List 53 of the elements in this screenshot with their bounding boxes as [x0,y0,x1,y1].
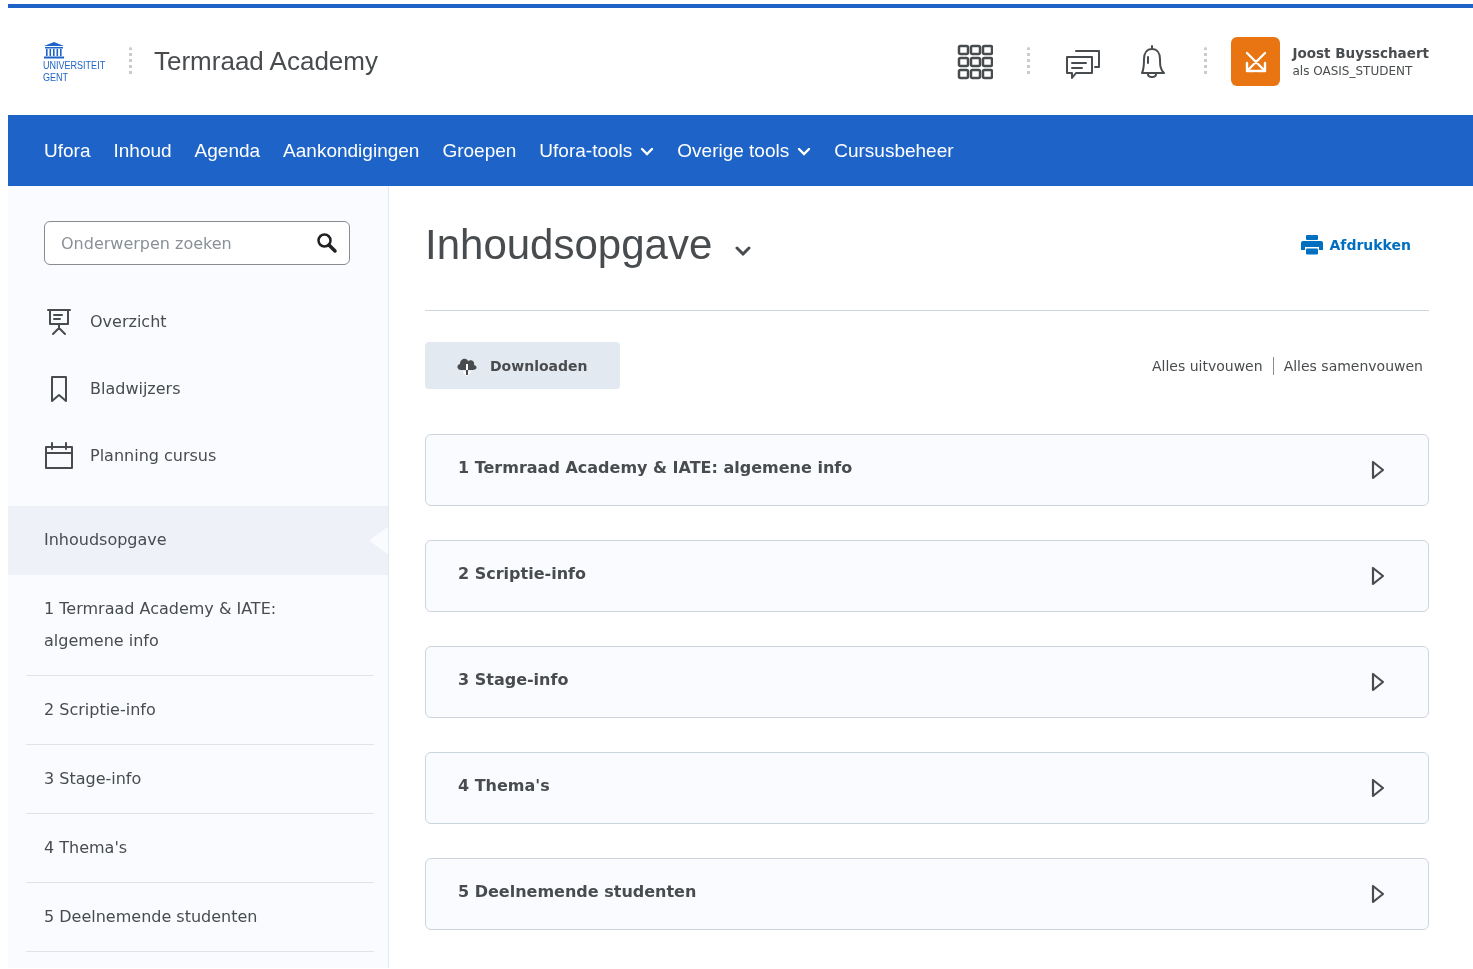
sidebar-item[interactable]: Inhoudsopgave [8,506,388,575]
triangle-right-icon[interactable] [1370,884,1386,904]
user-name[interactable]: Joost Buysschaert [1292,45,1429,61]
sidebar-item[interactable]: 3 Stage-info [26,745,374,814]
calendar-icon [44,440,74,471]
course-title[interactable]: Termraad Academy [154,46,378,77]
triangle-right-icon[interactable] [1370,672,1386,692]
module-title[interactable]: 5 Deelnemende studenten [458,881,1370,901]
logo-text: UNIVERSITEIT [43,58,106,71]
module-title[interactable]: 2 Scriptie-info [458,563,1370,583]
logo-text: GENT [43,70,69,83]
sidebar-item[interactable]: 1 Termraad Academy & IATE: algemene info [26,575,374,676]
nav-menu[interactable]: Ufora-tools [529,139,665,162]
chevron-down-icon[interactable] [734,245,753,257]
nav-menu[interactable]: Overige tools [667,139,822,162]
collapse-all-link[interactable]: Alles samenvouwen [1283,357,1423,374]
nav-link[interactable]: Groepen [432,139,527,162]
sidebar-item[interactable]: 4 Thema's [26,814,374,883]
search-field[interactable]: Onderwerpen zoeken [44,221,350,265]
printer-icon [1301,235,1324,255]
module-title[interactable]: 1 Termraad Academy & IATE: algemene info [458,457,1370,477]
triangle-right-icon[interactable] [1370,460,1386,480]
nav-link[interactable]: Aankondigingen [273,139,430,162]
sidebar-tool-link[interactable]: Overzicht [44,288,388,355]
user-role: als OASIS_STUDENT [1292,64,1414,78]
module-title[interactable]: 4 Thema's [458,775,1370,795]
print-link[interactable]: Afdrukken [1301,235,1411,255]
page-title: Inhoudsopgave [425,221,713,269]
module-card[interactable]: 5 Deelnemende studenten [425,858,1429,930]
waffle-menu-icon[interactable] [957,43,994,80]
chevron-down-icon [640,147,655,156]
nav-link[interactable]: Cursusbeheer [824,139,964,162]
sidebar-tool-link[interactable]: Bladwijzers [44,355,388,422]
search-icon[interactable] [316,232,338,254]
module-card[interactable]: 3 Stage-info [425,646,1429,718]
download-button[interactable]: Downloaden [425,342,620,389]
module-title[interactable]: 3 Stage-info [458,669,1370,689]
sidebar-tool-link[interactable]: Planning cursus [44,422,388,489]
nav-link[interactable]: Inhoud [103,139,182,162]
presentation-icon [44,306,74,337]
module-card[interactable]: 4 Thema's [425,752,1429,824]
sidebar-item[interactable]: 5 Deelnemende studenten [26,883,374,952]
chevron-down-icon [797,147,812,156]
module-card[interactable]: 1 Termraad Academy & IATE: algemene info [425,434,1429,506]
nav-link[interactable]: Ufora [34,139,101,162]
triangle-right-icon[interactable] [1370,778,1386,798]
sidebar-item[interactable]: 2 Scriptie-info [26,676,374,745]
user-avatar[interactable] [1231,37,1281,86]
building-icon [43,40,65,59]
triangle-right-icon[interactable] [1370,566,1386,586]
module-card[interactable]: 2 Scriptie-info [425,540,1429,612]
expand-all-link[interactable]: Alles uitvouwen [1152,357,1263,374]
nav-link[interactable]: Agenda [184,139,271,162]
